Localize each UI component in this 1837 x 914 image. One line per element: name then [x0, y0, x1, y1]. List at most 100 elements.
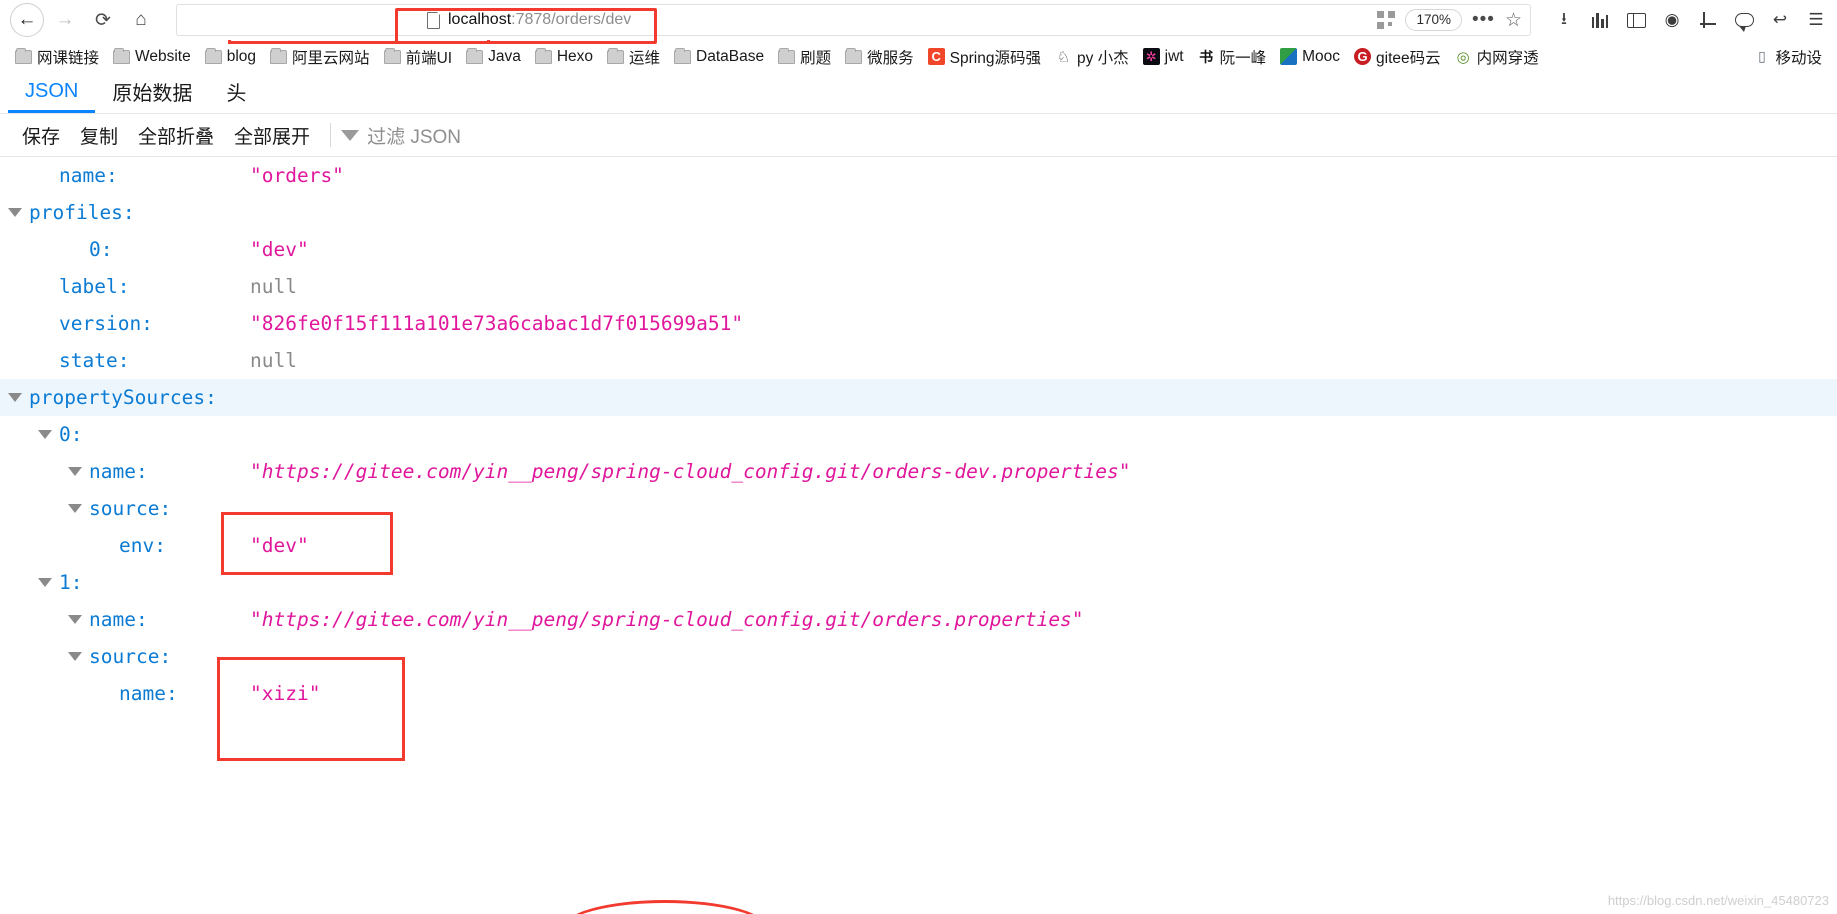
bookmark-item[interactable]: Mooc — [1273, 46, 1347, 68]
forward-button[interactable]: → — [48, 3, 82, 37]
tunnel-favicon-icon: ◎ — [1454, 48, 1472, 66]
bookmark-label: py 小杰 — [1076, 49, 1129, 67]
folder-icon — [113, 47, 131, 64]
downloads-icon[interactable]: ⭳ — [1553, 9, 1575, 31]
twisty-icon[interactable] — [68, 615, 82, 624]
bookmark-item-overflow[interactable]: ▯ 移动设 — [1746, 44, 1829, 70]
page-actions-icon[interactable]: ••• — [1472, 10, 1495, 29]
sidebar-icon[interactable] — [1625, 9, 1647, 31]
tab-json[interactable]: JSON — [8, 73, 96, 113]
twisty-icon[interactable] — [68, 467, 82, 476]
bookmark-item[interactable]: Java — [459, 46, 528, 68]
json-value: null — [250, 275, 297, 298]
folder-icon — [270, 47, 288, 64]
json-row[interactable]: source: — [0, 638, 1837, 675]
json-value: "orders" — [250, 164, 344, 187]
json-key: env: — [119, 534, 166, 557]
json-row[interactable]: name: "https://gitee.com/yin__peng/sprin… — [0, 453, 1837, 490]
json-key: 0: — [89, 238, 113, 261]
twisty-icon[interactable] — [68, 504, 82, 513]
url-bar-actions: 170% ••• ☆ — [1377, 9, 1530, 32]
folder-icon — [204, 47, 222, 64]
json-value-link[interactable]: "https://gitee.com/yin__peng/spring-clou… — [250, 608, 1084, 631]
funnel-icon — [341, 129, 360, 141]
library-icon[interactable] — [1589, 9, 1611, 31]
app-menu-icon[interactable]: ☰ — [1805, 9, 1827, 31]
save-button[interactable]: 保存 — [12, 122, 70, 149]
json-key: name: — [119, 682, 178, 705]
ruanyifeng-favicon-icon: 书 — [1197, 48, 1215, 65]
twisty-icon[interactable] — [8, 208, 22, 217]
bookmark-label: DataBase — [696, 47, 765, 65]
bookmark-item[interactable]: Ggitee码云 — [1347, 44, 1448, 70]
json-key: source: — [89, 645, 172, 668]
bookmark-item[interactable]: 书阮一峰 — [1191, 44, 1274, 70]
bookmark-item[interactable]: ✲ jwt — [1136, 46, 1191, 68]
tab-headers[interactable]: 头 — [209, 73, 263, 113]
screenshot-icon[interactable] — [1697, 9, 1719, 31]
json-row[interactable]: state: null — [0, 342, 1837, 379]
json-row[interactable]: 0: — [0, 416, 1837, 453]
twisty-icon[interactable] — [38, 578, 52, 587]
bookmark-item[interactable]: 运维 — [600, 44, 667, 70]
json-key: name: — [59, 164, 118, 187]
bookmark-item[interactable]: 微服务 — [838, 44, 921, 70]
json-value-link[interactable]: "https://gitee.com/yin__peng/spring-clou… — [250, 460, 1131, 483]
folder-icon — [15, 47, 32, 64]
json-row[interactable]: version: "826fe0f15f111a101e73a6cabac1d7… — [0, 305, 1837, 342]
json-row[interactable]: name: "orders" — [0, 157, 1837, 194]
twisty-icon[interactable] — [8, 393, 22, 402]
twisty-icon[interactable] — [38, 430, 52, 439]
url-bar[interactable]: localhost:7878/orders/dev 170% ••• ☆ — [176, 4, 1531, 44]
url-display[interactable]: localhost:7878/orders/dev — [177, 11, 631, 29]
json-key: profiles: — [29, 201, 135, 224]
back-button[interactable]: ← — [10, 3, 44, 37]
account-icon[interactable]: ◉ — [1661, 9, 1683, 31]
bookmark-label: Mooc — [1302, 47, 1341, 65]
undo-icon[interactable]: ↩ — [1769, 9, 1791, 31]
bookmark-item[interactable]: 阿里云网站 — [263, 44, 377, 70]
bookmark-label: Spring源码强 — [949, 49, 1041, 67]
bookmark-label: 阿里云网站 — [292, 49, 370, 67]
json-row[interactable]: label: null — [0, 268, 1837, 305]
json-row[interactable]: 1: — [0, 564, 1837, 601]
json-row[interactable]: env: "dev" — [0, 527, 1837, 564]
page-info-icon[interactable] — [427, 11, 441, 29]
expand-all-button[interactable]: 全部展开 — [224, 122, 320, 149]
bookmark-item[interactable]: C Spring源码强 — [921, 44, 1048, 70]
bookmark-star-icon[interactable]: ☆ — [1505, 9, 1522, 32]
bookmark-label: blog — [226, 47, 257, 65]
bookmark-label: 移动设 — [1775, 49, 1822, 67]
tab-raw-data[interactable]: 原始数据 — [95, 73, 209, 113]
folder-icon — [607, 47, 625, 64]
qr-code-icon[interactable] — [1377, 11, 1396, 29]
bookmark-item[interactable]: 网课链接 — [8, 44, 106, 70]
json-value: "dev" — [250, 534, 309, 557]
twisty-icon[interactable] — [68, 652, 82, 661]
zoom-level-badge[interactable]: 170% — [1405, 9, 1462, 31]
reload-button[interactable]: ⟳ — [86, 3, 120, 37]
bookmark-item[interactable]: Website — [106, 46, 198, 68]
filter-json-input[interactable]: 过滤 JSON — [339, 122, 461, 149]
bookmarks-bar: 网课链接 Website blog 阿里云网站 前端UI Java Hexo 运… — [0, 40, 1837, 73]
bookmark-item[interactable]: Hexo — [528, 46, 600, 68]
bookmark-item[interactable]: 刷题 — [771, 44, 838, 70]
bookmark-item[interactable]: ◎ 内网穿透 — [1448, 44, 1546, 70]
json-row[interactable]: 0: "dev" — [0, 231, 1837, 268]
json-row-property-sources[interactable]: propertySources: — [0, 379, 1837, 416]
url-path: :7878/orders/dev — [511, 11, 632, 28]
copy-button[interactable]: 复制 — [70, 122, 128, 149]
bookmark-item[interactable]: DataBase — [667, 46, 771, 68]
json-row[interactable]: name: "https://gitee.com/yin__peng/sprin… — [0, 601, 1837, 638]
pocket-icon[interactable] — [1733, 9, 1755, 32]
home-button[interactable]: ⌂ — [124, 3, 158, 37]
bookmark-item[interactable]: blog — [198, 46, 263, 68]
annotation-ellipse — [560, 900, 770, 914]
json-row[interactable]: name: "xizi" — [0, 675, 1837, 712]
collapse-all-button[interactable]: 全部折叠 — [128, 122, 224, 149]
home-icon: ⌂ — [135, 9, 147, 30]
bookmark-item[interactable]: ♘ py 小杰 — [1048, 44, 1136, 70]
json-row[interactable]: profiles: — [0, 194, 1837, 231]
bookmark-item[interactable]: 前端UI — [377, 44, 460, 70]
json-row[interactable]: source: — [0, 490, 1837, 527]
